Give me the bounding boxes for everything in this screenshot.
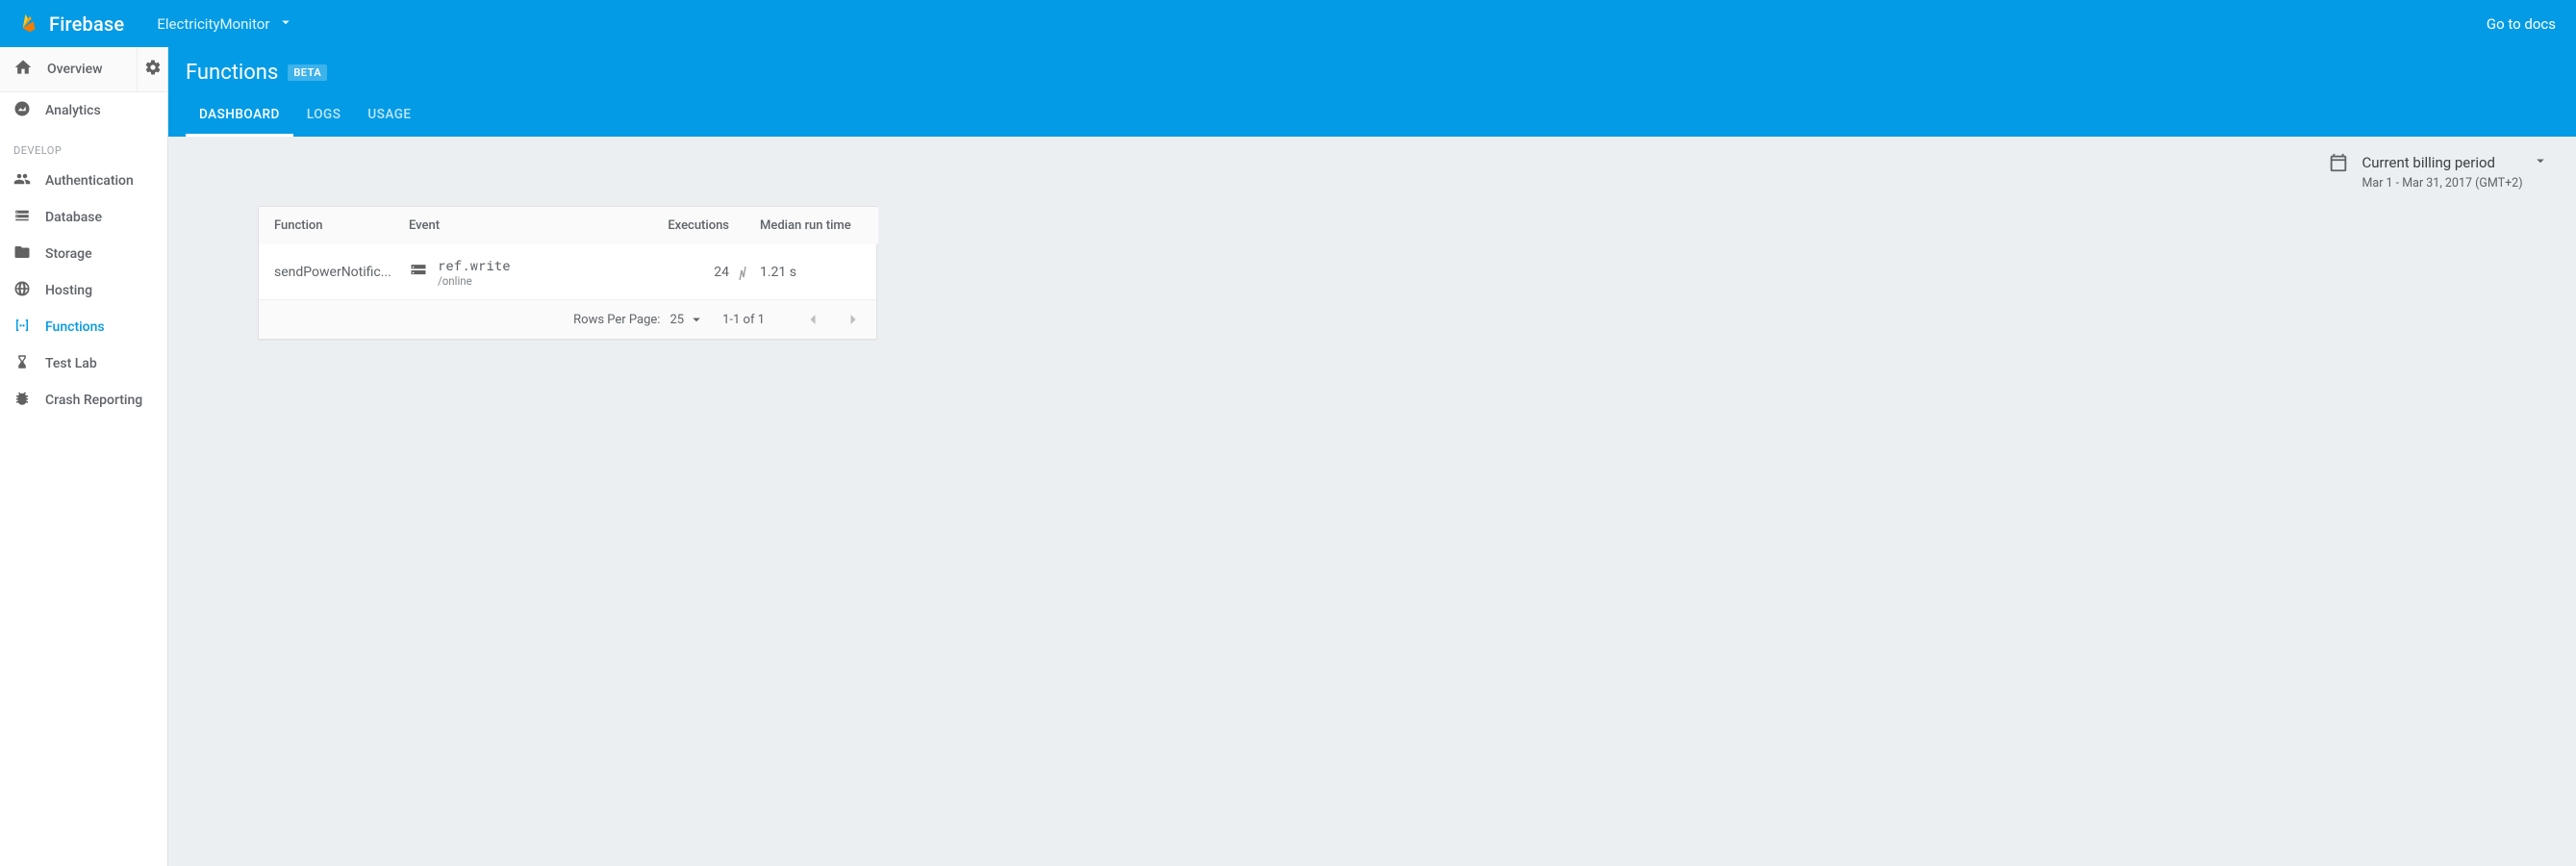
people-icon <box>13 170 31 191</box>
sidebar-item-label: Crash Reporting <box>45 393 142 408</box>
page-title: Functions <box>186 61 278 85</box>
sidebar-item-label: Authentication <box>45 173 134 189</box>
th-function[interactable]: Function <box>259 207 393 244</box>
sidebar-section-develop: DEVELOP <box>0 129 167 163</box>
project-name: ElectricityMonitor <box>157 15 269 33</box>
functions-table-card: Function Event Executions Median run tim… <box>258 206 877 340</box>
page-header: Functions BETA DASHBOARD LOGS USAGE <box>168 47 2576 137</box>
tab-usage[interactable]: USAGE <box>354 97 424 137</box>
cell-median: 1.21 s <box>745 244 878 299</box>
table-row[interactable]: sendPowerNotific... ref.write /online <box>259 244 878 299</box>
billing-period-selector[interactable]: Current billing period Mar 1 - Mar 31, 2… <box>186 152 2559 191</box>
rows-per-page-select[interactable]: 25 <box>669 311 705 328</box>
rows-per-page-value: 25 <box>669 313 684 327</box>
testlab-icon <box>13 353 31 374</box>
sidebar-overview-label: Overview <box>47 62 102 77</box>
page: Functions BETA DASHBOARD LOGS USAGE Curr… <box>168 47 2576 866</box>
settings-button[interactable] <box>137 47 167 92</box>
sidebar-item-testlab[interactable]: Test Lab <box>0 345 167 382</box>
sidebar-item-label: Hosting <box>45 283 92 298</box>
sidebar-overview[interactable]: Overview <box>0 47 137 92</box>
sidebar-item-storage[interactable]: Storage <box>0 236 167 272</box>
sidebar-item-analytics[interactable]: Analytics <box>0 92 167 129</box>
tab-dashboard[interactable]: DASHBOARD <box>186 97 293 137</box>
brand[interactable]: Firebase <box>13 12 131 37</box>
sidebar-item-functions[interactable]: Functions <box>0 309 167 345</box>
go-to-docs-link[interactable]: Go to docs <box>2487 15 2556 33</box>
sidebar-item-label: Functions <box>45 319 105 335</box>
firebase-logo-icon <box>19 12 40 37</box>
tabs: DASHBOARD LOGS USAGE <box>168 97 2576 137</box>
calendar-icon <box>2328 152 2349 177</box>
cell-event-path: /online <box>438 274 511 288</box>
globe-icon <box>13 280 31 301</box>
beta-badge: BETA <box>288 64 327 81</box>
cell-function-name: sendPowerNotific... <box>259 244 393 299</box>
sidebar-item-hosting[interactable]: Hosting <box>0 272 167 309</box>
cell-event-name: ref.write <box>438 256 511 274</box>
database-icon <box>13 207 31 228</box>
pagination-range: 1-1 of 1 <box>722 313 765 327</box>
sidebar-item-authentication[interactable]: Authentication <box>0 163 167 199</box>
brand-name: Firebase <box>49 13 124 36</box>
gear-icon <box>144 59 162 80</box>
sidebar-item-label: Storage <box>45 246 92 262</box>
tab-logs[interactable]: LOGS <box>293 97 355 137</box>
database-event-icon <box>409 261 428 284</box>
th-event[interactable]: Event <box>393 207 644 244</box>
caret-down-icon <box>2532 152 2549 173</box>
content: Current billing period Mar 1 - Mar 31, 2… <box>168 137 2576 355</box>
sidebar-item-label: Analytics <box>45 103 101 118</box>
sidebar-item-crash[interactable]: Crash Reporting <box>0 382 167 419</box>
sparkline-icon <box>739 263 750 282</box>
rows-per-page-label: Rows Per Page: <box>573 313 660 327</box>
table-footer: Rows Per Page: 25 1-1 of 1 <box>259 299 876 339</box>
functions-table: Function Event Executions Median run tim… <box>259 207 878 299</box>
page-prev-button[interactable] <box>803 310 822 329</box>
caret-down-icon <box>277 13 294 35</box>
billing-period-label: Current billing period <box>2362 154 2496 171</box>
functions-icon <box>13 317 31 338</box>
bug-icon <box>13 390 31 411</box>
project-selector[interactable]: ElectricityMonitor <box>157 13 294 35</box>
sidebar-item-database[interactable]: Database <box>0 199 167 236</box>
page-next-button[interactable] <box>844 310 863 329</box>
sidebar-item-label: Test Lab <box>45 356 97 371</box>
sidebar-item-label: Database <box>45 210 102 225</box>
cell-executions: 24 <box>714 265 729 280</box>
folder-icon <box>13 243 31 265</box>
home-icon <box>13 58 33 81</box>
analytics-icon <box>13 100 31 121</box>
sidebar: Overview Analytics DEVELOP Authenticatio… <box>0 47 168 866</box>
th-executions[interactable]: Executions <box>644 207 745 244</box>
billing-period-range: Mar 1 - Mar 31, 2017 (GMT+2) <box>2362 176 2550 191</box>
th-median[interactable]: Median run time <box>745 207 878 244</box>
topbar: Firebase ElectricityMonitor Go to docs <box>0 0 2576 47</box>
